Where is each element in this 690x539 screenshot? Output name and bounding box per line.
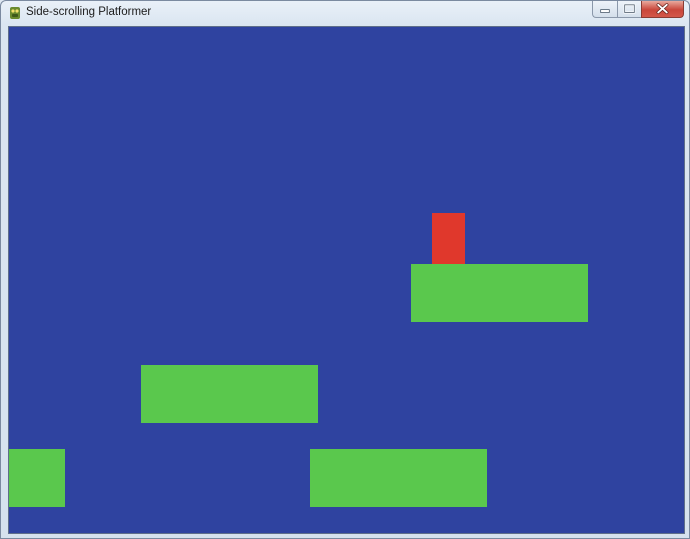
platform-bottom-left [9, 449, 65, 507]
close-button[interactable] [641, 1, 684, 18]
python-snake-icon [10, 7, 20, 19]
maximize-icon [623, 3, 636, 14]
platform-upper-right [411, 264, 588, 322]
minimize-icon [600, 9, 610, 13]
title-bar[interactable]: Side-scrolling Platformer [1, 1, 689, 25]
minimize-button[interactable] [592, 1, 617, 18]
player-character [432, 213, 465, 264]
game-canvas[interactable] [8, 26, 685, 534]
platform-middle-left [141, 365, 318, 423]
game-window: Side-scrolling Platformer [0, 0, 690, 539]
window-controls [592, 1, 684, 18]
maximize-button[interactable] [617, 1, 641, 18]
close-icon [656, 3, 669, 15]
platform-bottom-center [310, 449, 487, 507]
window-title: Side-scrolling Platformer [26, 6, 152, 18]
